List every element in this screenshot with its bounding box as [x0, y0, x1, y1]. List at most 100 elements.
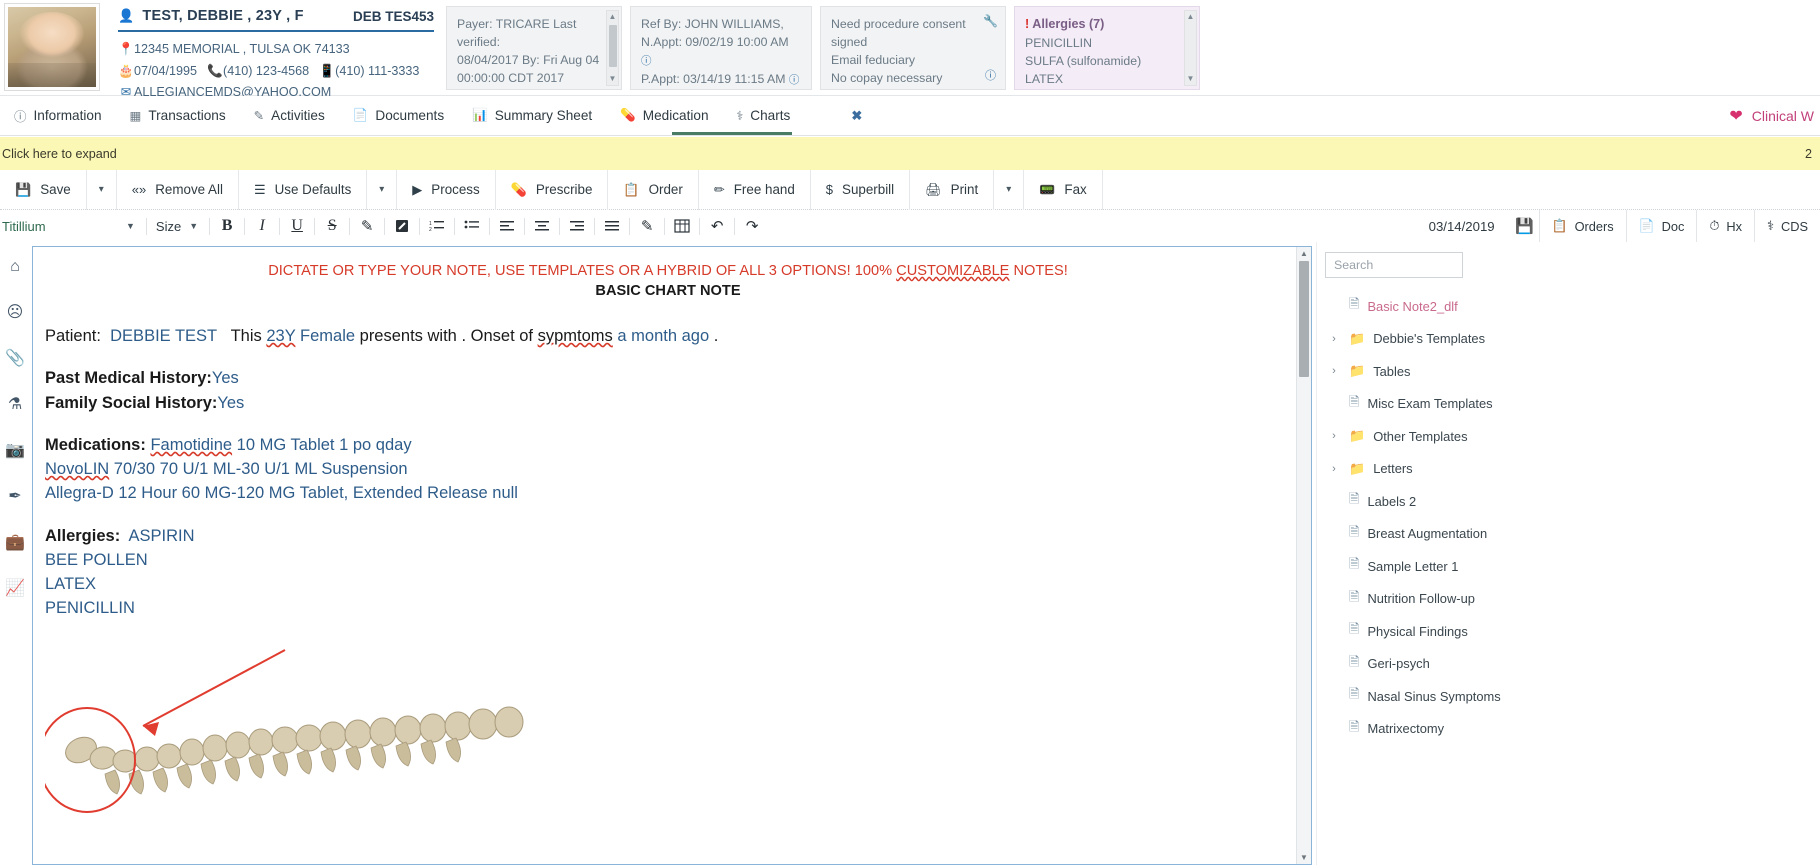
- list-item[interactable]: › 📁 Debbie's Templates: [1325, 323, 1820, 356]
- tab-transactions[interactable]: ▦ Transactions: [116, 96, 240, 136]
- face-icon[interactable]: ☹: [7, 302, 24, 322]
- print-dropdown-button[interactable]: ▾: [994, 169, 1025, 210]
- briefcase-icon[interactable]: 💼: [5, 532, 25, 552]
- chart-line-icon[interactable]: 📈: [5, 578, 25, 598]
- font-family-dropdown-icon[interactable]: ▼: [118, 221, 143, 231]
- chevron-right-icon[interactable]: ›: [1327, 365, 1341, 377]
- highlight-icon[interactable]: [388, 212, 416, 240]
- list-item-label: Other Templates: [1373, 428, 1468, 444]
- note-date[interactable]: 03/14/2019: [1413, 219, 1511, 234]
- tab-information[interactable]: ⓘ Information: [0, 96, 116, 136]
- font-size-dropdown-icon[interactable]: ▼: [181, 221, 206, 231]
- bullet-list-icon[interactable]: [458, 212, 486, 240]
- tab-charts[interactable]: ⚕ Charts ✖: [723, 96, 877, 136]
- align-center-icon[interactable]: [528, 212, 556, 240]
- scroll-up-arrow[interactable]: ▲: [609, 11, 617, 23]
- info-icon[interactable]: ⓘ: [641, 55, 652, 67]
- info-icon[interactable]: ⓘ: [789, 74, 800, 86]
- paperclip-icon[interactable]: 📎: [5, 348, 25, 368]
- list-item[interactable]: › 🗎 Basic Note2_dlf: [1325, 290, 1820, 323]
- free-hand-button[interactable]: ✏ Free hand: [699, 169, 811, 210]
- note-editor-panel[interactable]: DICTATE OR TYPE YOUR NOTE, USE TEMPLATES…: [32, 246, 1312, 865]
- flask-icon[interactable]: ⚗: [8, 394, 22, 414]
- table-icon[interactable]: [668, 212, 696, 240]
- list-item[interactable]: › 🗎 Sample Letter 1: [1325, 550, 1820, 583]
- notes-panel[interactable]: Need procedure consent signed Email fedu…: [820, 6, 1006, 90]
- editor-scrollbar[interactable]: ▲ ▼: [1296, 247, 1311, 864]
- info-icon[interactable]: ⓘ: [985, 68, 996, 84]
- allergies-panel[interactable]: ! Allergies (7) PENICILLIN SULFA (sulfon…: [1014, 6, 1200, 90]
- list-item[interactable]: › 📁 Other Templates: [1325, 420, 1820, 453]
- process-button[interactable]: ▶ Process: [397, 169, 496, 210]
- save-button[interactable]: 💾 Save: [0, 169, 87, 210]
- referral-panel[interactable]: Ref By: JOHN WILLIAMS, N.Appt: 09/02/19 …: [630, 6, 812, 90]
- scroll-down-arrow[interactable]: ▼: [1187, 73, 1195, 85]
- list-item[interactable]: › 📁 Tables: [1325, 355, 1820, 388]
- list-item[interactable]: › 🗎 Breast Augmentation: [1325, 518, 1820, 551]
- expand-label[interactable]: Click here to expand: [2, 147, 117, 161]
- bold-button[interactable]: B: [213, 212, 241, 240]
- remove-all-button[interactable]: «» Remove All: [117, 169, 239, 210]
- strikethrough-button[interactable]: S: [318, 212, 346, 240]
- font-family-value[interactable]: Titillium: [0, 219, 118, 234]
- scroll-up-arrow[interactable]: ▲: [1187, 11, 1195, 23]
- tab-close-icon[interactable]: ✖: [851, 108, 862, 124]
- scroll-thumb[interactable]: [609, 25, 617, 67]
- undo-icon[interactable]: ↶: [703, 212, 731, 240]
- tab-medication[interactable]: 💊 Medication: [606, 96, 722, 136]
- superbill-button[interactable]: $ Superbill: [811, 169, 911, 210]
- scroll-thumb[interactable]: [1299, 261, 1309, 377]
- camera-icon[interactable]: 📷: [5, 440, 25, 460]
- clinical-badge[interactable]: ❤ Clinical W: [1729, 106, 1820, 126]
- italic-button[interactable]: I: [248, 212, 276, 240]
- list-item[interactable]: › 🗎 Nasal Sinus Symptoms: [1325, 680, 1820, 713]
- pen-icon[interactable]: ✒: [8, 486, 21, 506]
- underline-button[interactable]: U: [283, 212, 311, 240]
- expand-bar[interactable]: Click here to expand 2: [0, 137, 1820, 170]
- search-input[interactable]: [1325, 252, 1463, 278]
- fax-button[interactable]: 📟 Fax: [1024, 169, 1103, 210]
- payer-panel[interactable]: Payer: TRICARE Last verified: 08/04/2017…: [446, 6, 622, 90]
- redo-icon[interactable]: ↷: [738, 212, 766, 240]
- allergies-scrollbar[interactable]: ▲ ▼: [1184, 10, 1197, 86]
- tab-activities[interactable]: ✎ Activities: [240, 96, 339, 136]
- use-defaults-button[interactable]: ☰ Use Defaults: [239, 169, 368, 210]
- note-editor-content[interactable]: DICTATE OR TYPE YOUR NOTE, USE TEMPLATES…: [33, 247, 1311, 864]
- align-justify-icon[interactable]: [598, 212, 626, 240]
- home-icon[interactable]: ⌂: [10, 258, 20, 276]
- font-size-label[interactable]: Size: [150, 219, 181, 234]
- save-note-icon[interactable]: 💾: [1511, 212, 1539, 240]
- scroll-down-arrow[interactable]: ▼: [1300, 853, 1308, 862]
- list-item[interactable]: › 🗎 Nutrition Follow-up: [1325, 583, 1820, 616]
- save-dropdown-button[interactable]: ▾: [87, 169, 117, 210]
- list-item[interactable]: › 🗎 Physical Findings: [1325, 615, 1820, 648]
- list-item[interactable]: › 📁 Letters: [1325, 453, 1820, 486]
- eraser-icon[interactable]: ✎: [633, 212, 661, 240]
- chevron-right-icon[interactable]: ›: [1327, 333, 1341, 345]
- cds-button[interactable]: ⚕ CDS: [1754, 210, 1820, 242]
- payer-scrollbar[interactable]: ▲ ▼: [606, 10, 619, 86]
- align-right-icon[interactable]: [563, 212, 591, 240]
- list-item[interactable]: › 🗎 Geri-psych: [1325, 648, 1820, 681]
- hx-button[interactable]: ⏱ Hx: [1696, 210, 1754, 242]
- print-button[interactable]: 🖨 Print: [910, 169, 995, 210]
- list-item[interactable]: › 🗎 Labels 2: [1325, 485, 1820, 518]
- list-item[interactable]: › 🗎 Matrixectomy: [1325, 713, 1820, 746]
- align-left-icon[interactable]: [493, 212, 521, 240]
- order-button[interactable]: 📋 Order: [608, 169, 699, 210]
- payer-balance-row: Balance: $8,702.59: [457, 87, 611, 89]
- text-color-icon[interactable]: ✎: [353, 212, 381, 240]
- orders-button[interactable]: 📋 Orders: [1538, 210, 1626, 242]
- doc-button[interactable]: 📄 Doc: [1625, 210, 1697, 242]
- tab-documents[interactable]: 📄 Documents: [339, 96, 458, 136]
- chevron-right-icon[interactable]: ›: [1327, 463, 1341, 475]
- scroll-up-arrow[interactable]: ▲: [1300, 249, 1308, 258]
- scroll-down-arrow[interactable]: ▼: [609, 73, 617, 85]
- list-item[interactable]: › 🗎 Misc Exam Templates: [1325, 388, 1820, 421]
- use-defaults-dropdown-button[interactable]: ▾: [367, 169, 398, 210]
- tab-summary-sheet[interactable]: 📊 Summary Sheet: [458, 96, 606, 136]
- wrench-icon[interactable]: 🔧: [983, 13, 998, 31]
- prescribe-button[interactable]: 💊 Prescribe: [496, 169, 609, 210]
- numbered-list-icon[interactable]: 12: [423, 212, 451, 240]
- chevron-right-icon[interactable]: ›: [1327, 430, 1341, 442]
